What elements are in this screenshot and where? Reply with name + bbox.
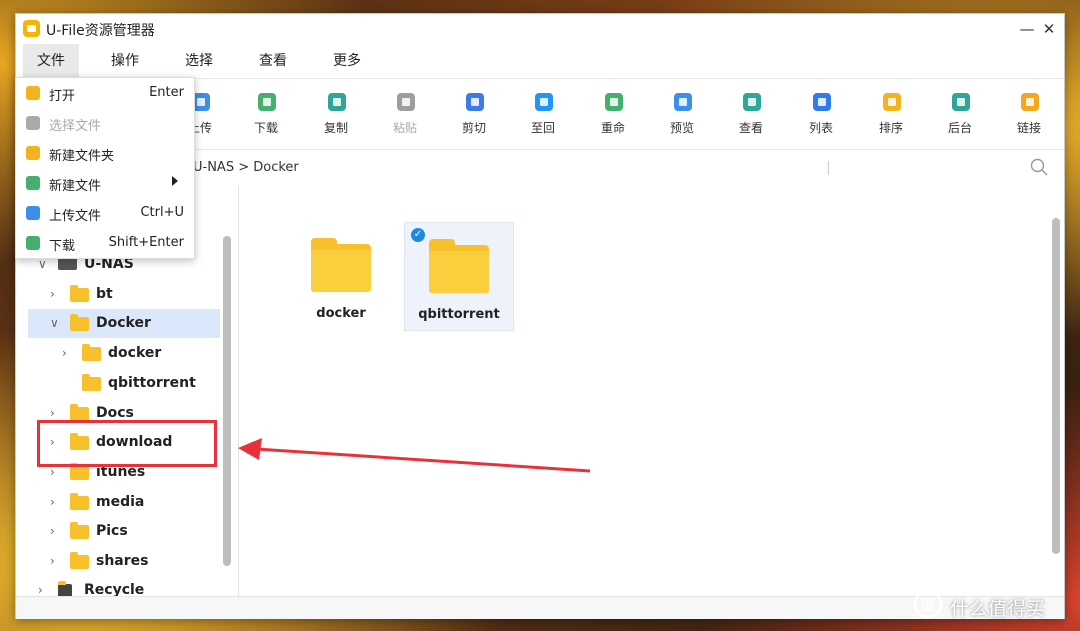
file-menu-item-label: 下载 (49, 239, 76, 254)
svg-text:值: 值 (920, 596, 935, 614)
smzdm-watermark: 值 什么值得买 (912, 588, 1072, 622)
file-menu-item-2[interactable]: 新建文件夹 (16, 138, 194, 168)
file-menu-shortcut: Ctrl+U (140, 205, 184, 220)
file-menu-dropdown: 打开 Enter 选择文件新建文件夹新建文件上传文件 Ctrl+U 下载 Shift+En… (15, 77, 195, 259)
cloud-upload-icon (26, 206, 40, 220)
file-menu-item-5[interactable]: 下载 Shift+Enter (16, 228, 194, 258)
file-menu-shortcut: Enter (149, 85, 184, 100)
new-file-icon (26, 176, 40, 190)
file-menu-item-label: 选择文件 (49, 119, 102, 134)
open-icon (26, 86, 40, 100)
file-menu-item-3[interactable]: 新建文件 (16, 168, 194, 198)
smzdm-logo: 值 (913, 589, 943, 619)
file-menu-item-label: 打开 (49, 89, 76, 104)
submenu-arrow-icon (172, 176, 178, 186)
file-menu-item-label: 上传文件 (49, 209, 102, 224)
download-icon (26, 236, 40, 250)
cursor-icon (26, 116, 40, 130)
file-menu-item-label: 新建文件夹 (49, 149, 115, 164)
file-menu-shortcut: Shift+Enter (108, 235, 184, 250)
file-menu-item-1: 选择文件 (16, 108, 194, 138)
new-folder-icon (26, 146, 40, 160)
watermark-text: 什么值得买 (950, 598, 1046, 620)
file-menu-item-label: 新建文件 (49, 179, 102, 194)
file-menu-item-4[interactable]: 上传文件 Ctrl+U (16, 198, 194, 228)
file-menu-item-0[interactable]: 打开 Enter (16, 78, 194, 108)
